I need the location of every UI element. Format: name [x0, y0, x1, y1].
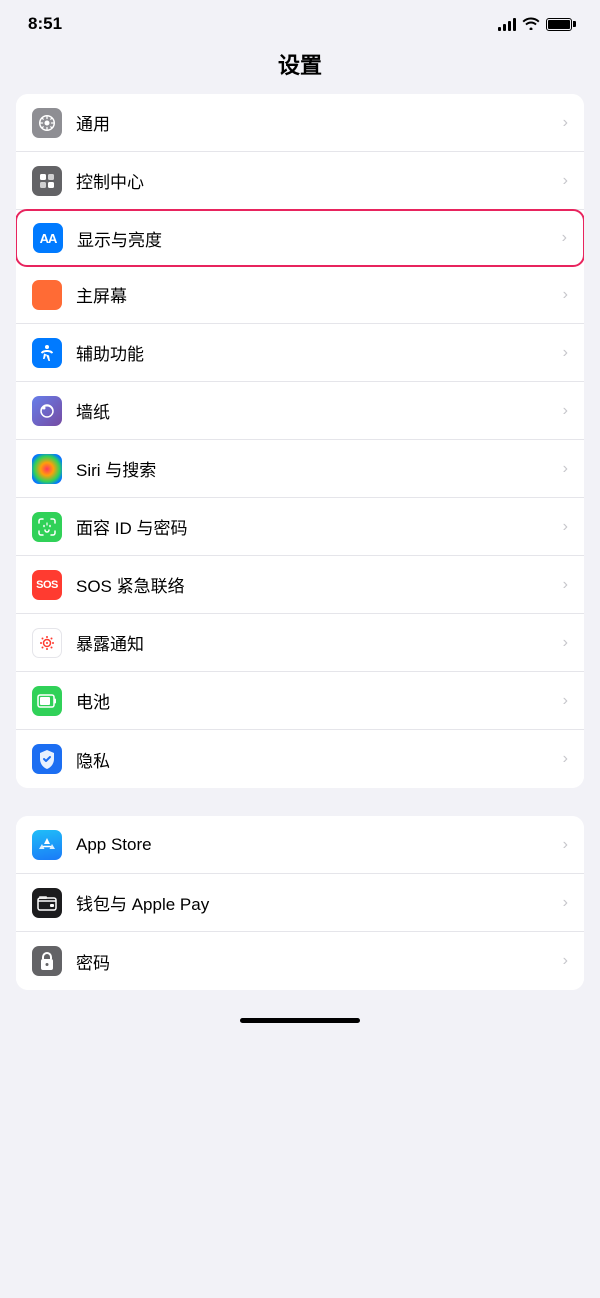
general-label: 通用	[76, 110, 555, 135]
battery-settings-icon	[32, 686, 62, 716]
control-center-chevron: ›	[563, 172, 568, 190]
passwords-label: 密码	[76, 949, 555, 974]
wallet-icon	[32, 888, 62, 918]
accessibility-label: 辅助功能	[76, 340, 555, 365]
settings-item-control-center[interactable]: 控制中心 ›	[16, 152, 584, 210]
display-label: 显示与亮度	[77, 226, 554, 251]
settings-group-2: App Store › 钱包与 Apple Pay › 密码 ›	[16, 816, 584, 990]
sos-icon: SOS	[32, 570, 62, 600]
wallpaper-chevron: ›	[563, 402, 568, 420]
appstore-label: App Store	[76, 835, 555, 855]
settings-item-appstore[interactable]: App Store ›	[16, 816, 584, 874]
battery-icon	[546, 18, 572, 31]
settings-item-privacy[interactable]: 隐私 ›	[16, 730, 584, 788]
wifi-icon	[522, 16, 540, 33]
general-icon	[32, 108, 62, 138]
privacy-icon	[32, 744, 62, 774]
exposure-icon	[32, 628, 62, 658]
settings-group-1: 通用 › 控制中心 › AA 显示与亮度 ›	[16, 94, 584, 788]
settings-item-home-screen[interactable]: 主屏幕 ›	[16, 266, 584, 324]
settings-item-faceid[interactable]: 面容 ID 与密码 ›	[16, 498, 584, 556]
settings-item-wallpaper[interactable]: 墙纸 ›	[16, 382, 584, 440]
settings-item-accessibility[interactable]: 辅助功能 ›	[16, 324, 584, 382]
status-bar: 8:51	[0, 0, 600, 42]
siri-label: Siri 与搜索	[76, 456, 555, 481]
settings-item-siri[interactable]: Siri 与搜索 ›	[16, 440, 584, 498]
settings-item-display[interactable]: AA 显示与亮度 ›	[16, 209, 584, 267]
status-icons	[498, 16, 572, 33]
settings-item-exposure[interactable]: 暴露通知 ›	[16, 614, 584, 672]
wallpaper-label: 墙纸	[76, 398, 555, 423]
faceid-icon	[32, 512, 62, 542]
faceid-label: 面容 ID 与密码	[76, 514, 555, 539]
display-icon: AA	[33, 223, 63, 253]
sos-chevron: ›	[563, 576, 568, 594]
home-screen-chevron: ›	[563, 286, 568, 304]
page-title: 设置	[0, 42, 600, 94]
settings-item-sos[interactable]: SOS SOS 紧急联络 ›	[16, 556, 584, 614]
wallet-label: 钱包与 Apple Pay	[76, 890, 555, 915]
control-center-icon	[32, 166, 62, 196]
signal-icon	[498, 17, 516, 31]
settings-item-passwords[interactable]: 密码 ›	[16, 932, 584, 990]
settings-item-wallet[interactable]: 钱包与 Apple Pay ›	[16, 874, 584, 932]
battery-label: 电池	[76, 688, 555, 713]
home-screen-label: 主屏幕	[76, 282, 555, 307]
siri-icon	[32, 454, 62, 484]
exposure-label: 暴露通知	[76, 630, 555, 655]
general-chevron: ›	[563, 114, 568, 132]
wallet-chevron: ›	[563, 894, 568, 912]
display-chevron: ›	[562, 229, 567, 247]
sos-label: SOS 紧急联络	[76, 572, 555, 597]
accessibility-chevron: ›	[563, 344, 568, 362]
appstore-chevron: ›	[563, 836, 568, 854]
settings-item-battery[interactable]: 电池 ›	[16, 672, 584, 730]
faceid-chevron: ›	[563, 518, 568, 536]
home-indicator	[240, 1018, 360, 1023]
appstore-icon	[32, 830, 62, 860]
passwords-icon	[32, 946, 62, 976]
privacy-label: 隐私	[76, 747, 555, 772]
status-time: 8:51	[28, 14, 62, 34]
siri-chevron: ›	[563, 460, 568, 478]
exposure-chevron: ›	[563, 634, 568, 652]
control-center-label: 控制中心	[76, 168, 555, 193]
home-screen-icon	[32, 280, 62, 310]
passwords-chevron: ›	[563, 952, 568, 970]
accessibility-icon	[32, 338, 62, 368]
settings-item-general[interactable]: 通用 ›	[16, 94, 584, 152]
privacy-chevron: ›	[563, 750, 568, 768]
battery-chevron: ›	[563, 692, 568, 710]
wallpaper-icon	[32, 396, 62, 426]
